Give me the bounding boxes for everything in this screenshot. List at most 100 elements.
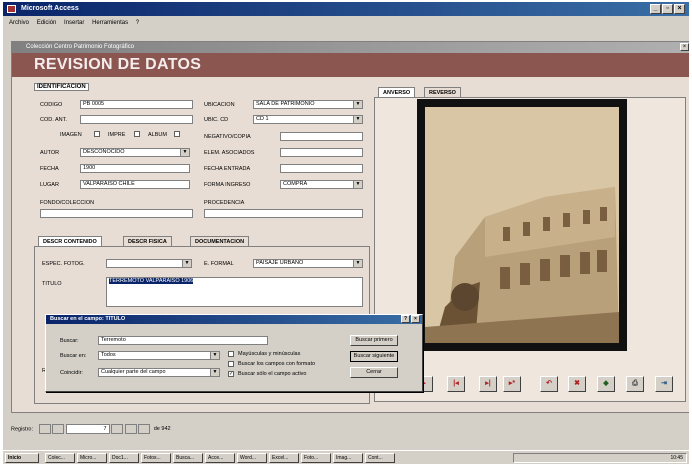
e-formal-field[interactable]: PAISAJE URBANO ▼ [253,259,363,268]
cod-ant-field[interactable] [80,115,193,124]
tab-anverso[interactable]: ANVERSO [378,87,416,97]
check-impre-label: IMPRE [108,132,126,138]
buscar-primero-button[interactable]: Buscar primero [350,335,398,346]
buscar-en-label: Buscar en: [60,353,87,359]
find-dialog: Buscar en el campo: TITULO ? × Buscar: T… [45,314,423,392]
form-titlebar: Colección Centro Patrimonio Fotográfico … [12,42,689,53]
chevron-down-icon[interactable]: ▼ [210,369,219,376]
taskbar-item[interactable]: Doc1... [109,453,139,463]
record-number-input[interactable]: 7 [65,424,110,434]
check-imagen[interactable] [94,131,100,137]
building-illustration [425,107,619,343]
option-label-format: Buscar los campos con formato [238,361,316,367]
codigo-field[interactable]: PB 0005 [80,100,193,109]
taskbar-item[interactable]: Fotos... [141,453,171,463]
print-button[interactable]: ⎙ [626,376,644,392]
nav-last-button[interactable]: ▸| [479,376,497,392]
taskbar-item[interactable]: Colec... [45,453,75,463]
exit-button[interactable]: ⇥ [655,376,673,392]
coincidir-select[interactable]: Cualquier parte del campo ▼ [98,368,220,377]
next-record-button[interactable] [111,424,124,434]
page-title: REVISION DE DATOS [34,56,202,73]
record-total: de 942 [153,426,171,433]
form-close-button[interactable]: × [680,43,689,51]
autor-field[interactable]: DESCONOCIDO ▼ [80,148,190,157]
prev-record-button[interactable] [52,424,65,434]
taskbar-item[interactable]: Busca... [173,453,203,463]
find-dialog-title: Buscar en el campo: TITULO [50,316,126,322]
menu-insertar[interactable]: Insertar [64,20,84,26]
buscar-input[interactable]: Terremoto [98,336,268,345]
fondo-field[interactable] [40,209,193,218]
taskbar: Inicio Colec... Micro... Doc1... Fotos..… [3,450,689,464]
espec-field[interactable]: ▼ [106,259,192,268]
ubic-cd-field[interactable]: CD 1 ▼ [253,115,363,124]
menu-archivo[interactable]: Archivo [9,20,29,26]
delete-button[interactable]: ✖ [568,376,586,392]
chevron-down-icon[interactable]: ▼ [353,260,362,267]
taskbar-item[interactable]: Excel... [269,453,299,463]
nav-new-button[interactable]: ▸* [503,376,521,392]
option-checkbox-case[interactable] [228,351,234,357]
fecha-entrada-field[interactable] [280,164,363,173]
app-titlebar: Microsoft Access _ ▫ × [3,2,689,16]
chevron-down-icon[interactable]: ▼ [182,260,191,267]
chevron-down-icon[interactable]: ▼ [353,116,362,123]
fecha-field[interactable]: 1900 [80,164,190,173]
find-dialog-titlebar: Buscar en el campo: TITULO ? × [46,315,422,324]
elem-label: ELEM. ASOCIADOS [204,150,255,156]
fecha-label: FECHA [40,166,59,172]
elem-field[interactable] [280,148,363,157]
new-record-button[interactable] [138,424,151,434]
record-label: Registro: [11,426,34,433]
check-album[interactable] [174,131,180,137]
save-button[interactable]: ◆ [597,376,615,392]
codigo-label: CODIGO [40,102,63,108]
tab-documentacion[interactable]: DOCUMENTACION [190,236,250,246]
help-icon[interactable]: ? [401,315,410,323]
buscar-en-select[interactable]: Todos ▼ [98,351,220,360]
restore-button[interactable]: ▫ [662,4,673,14]
menu-herramientas[interactable]: Herramientas [92,20,128,26]
taskbar-item[interactable]: Acce... [205,453,235,463]
forma-ingreso-field[interactable]: COMPRA ▼ [280,180,363,189]
ubicacion-field[interactable]: SALA DE PATRIMONIO ▼ [253,100,363,109]
option-checkbox-format[interactable] [228,361,234,367]
titulo-field[interactable]: TERREMOTO VALPARAISO 1906 [106,277,363,307]
lugar-field[interactable]: VALPARAISO CHILE [80,180,190,189]
minimize-button[interactable]: _ [650,4,661,14]
check-impre[interactable] [134,131,140,137]
taskbar-item[interactable]: Micro... [77,453,107,463]
chevron-down-icon[interactable]: ▼ [353,101,362,108]
start-button[interactable]: Inicio [5,453,39,463]
tab-reverso[interactable]: REVERSO [424,87,461,97]
cerrar-button[interactable]: Cerrar [350,367,398,378]
check-imagen-label: IMAGEN [60,132,82,138]
chevron-down-icon[interactable]: ▼ [353,181,362,188]
taskbar-item[interactable]: Foto... [301,453,331,463]
buscar-siguiente-button[interactable]: Buscar siguiente [350,351,398,362]
tab-descr-fisica[interactable]: DESCR FISICA [123,236,172,246]
clock: 10:45 [670,455,683,461]
first-record-button[interactable] [38,424,51,434]
undo-button[interactable]: ↶ [540,376,558,392]
close-button[interactable]: × [674,4,685,14]
last-record-button[interactable] [124,424,137,434]
cod-ant-label: COD. ANT. [40,117,67,123]
titulo-label: TITULO [42,281,62,287]
chevron-down-icon[interactable]: ▼ [210,352,219,359]
procedencia-field[interactable] [204,209,363,218]
nav-first-button[interactable]: |◂ [447,376,465,392]
menu-edicion[interactable]: Edición [37,20,57,26]
tab-descr-contenido[interactable]: DESCR CONTENIDO [38,236,102,246]
menu-help[interactable]: ? [136,20,139,26]
taskbar-item[interactable]: Word... [237,453,267,463]
taskbar-item[interactable]: Imag... [333,453,363,463]
chevron-down-icon[interactable]: ▼ [180,149,189,156]
taskbar-item[interactable]: Cont... [365,453,395,463]
lugar-label: LUGAR [40,182,59,188]
close-icon[interactable]: × [411,315,420,323]
option-checkbox-active[interactable]: ✓ [228,371,234,377]
photo-frame [417,99,627,351]
negativo-field[interactable] [280,132,363,141]
